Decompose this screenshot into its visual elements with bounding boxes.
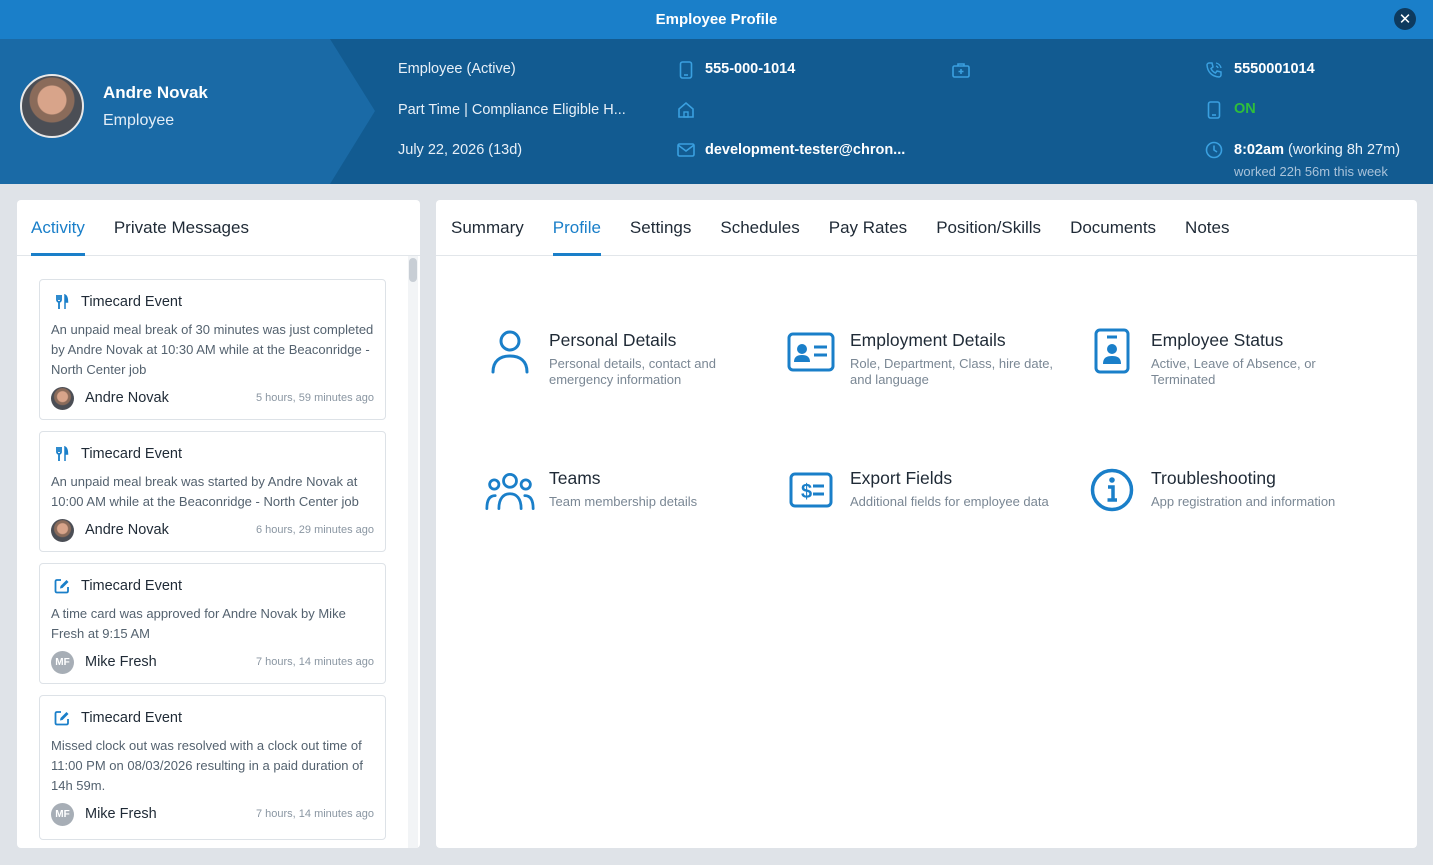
troubleshooting-tile[interactable]: Troubleshooting App registration and inf… xyxy=(1087,466,1366,516)
hire-date: July 22, 2026 (13d) xyxy=(398,142,523,158)
avatar xyxy=(51,518,74,542)
tab-summary[interactable]: Summary xyxy=(451,200,524,255)
dollar-card-icon: $ xyxy=(786,466,836,516)
mobile-number[interactable]: 555-000-1014 xyxy=(705,61,795,77)
info-icon xyxy=(1087,466,1137,516)
tile-description: Personal details, contact and emergency … xyxy=(549,356,716,387)
card-user: Andre Novak xyxy=(85,522,169,538)
card-time: 6 hours, 29 minutes ago xyxy=(255,524,374,536)
tile-title: Personal Details xyxy=(549,330,677,350)
avatar xyxy=(51,386,74,410)
card-user: Mike Fresh xyxy=(85,806,157,822)
personal-details-tile[interactable]: Personal Details Personal details, conta… xyxy=(485,328,764,388)
team-icon xyxy=(485,466,535,516)
employment-details-tile[interactable]: Employment Details Role, Department, Cla… xyxy=(786,328,1065,388)
edit-icon xyxy=(54,578,70,594)
edit-icon xyxy=(54,710,70,726)
window-title: Employee Profile xyxy=(655,11,778,28)
tab-notes[interactable]: Notes xyxy=(1185,200,1229,255)
tile-title: Export Fields xyxy=(850,468,953,488)
id-card-icon xyxy=(786,328,836,378)
card-body: An unpaid meal break of 30 minutes was j… xyxy=(51,322,374,377)
mail-icon xyxy=(677,141,695,159)
svg-text:$: $ xyxy=(801,481,812,503)
tile-title: Employment Details xyxy=(850,330,1006,350)
tab-settings[interactable]: Settings xyxy=(630,200,691,255)
activity-card[interactable]: Timecard Event An unpaid meal break was … xyxy=(39,431,386,552)
email-address[interactable]: development-tester@chron... xyxy=(705,142,905,158)
employee-name: Andre Novak xyxy=(103,83,208,102)
tab-position-skills[interactable]: Position/Skills xyxy=(936,200,1041,255)
employee-status-tile[interactable]: Employee Status Active, Leave of Absence… xyxy=(1087,328,1366,388)
card-time: 5 hours, 59 minutes ago xyxy=(255,392,374,404)
worked-this-week: worked 22h 56m this week xyxy=(1234,164,1388,179)
card-title: Timecard Event xyxy=(81,710,182,726)
clock-icon xyxy=(1205,141,1223,159)
activity-card[interactable]: Timecard Event Missed clock out was reso… xyxy=(39,695,386,840)
card-body: A time card was approved for Andre Novak… xyxy=(51,606,346,641)
tab-profile[interactable]: Profile xyxy=(552,200,602,256)
card-time: 7 hours, 14 minutes ago xyxy=(255,656,374,668)
right-tab-bar: Summary Profile Settings Schedules Pay R… xyxy=(436,200,1417,256)
tile-description: Active, Leave of Absence, or Terminated xyxy=(1151,356,1316,387)
card-user: Mike Fresh xyxy=(85,654,157,670)
employee-header: Andre Novak Employee Employee (Active) P… xyxy=(0,39,1433,184)
scroll-thumb[interactable] xyxy=(409,258,417,282)
person-icon xyxy=(485,328,535,378)
tile-description: Team membership details xyxy=(549,494,698,509)
profile-panel: Summary Profile Settings Schedules Pay R… xyxy=(436,200,1417,848)
medical-kit-icon xyxy=(952,61,970,79)
tile-title: Troubleshooting xyxy=(1151,468,1276,488)
card-title: Timecard Event xyxy=(81,294,182,310)
activity-scrollbar[interactable] xyxy=(408,256,418,848)
tab-pay-rates[interactable]: Pay Rates xyxy=(829,200,907,255)
tab-schedules[interactable]: Schedules xyxy=(720,200,799,255)
left-tab-bar: Activity Private Messages xyxy=(17,200,420,256)
activity-card[interactable]: Timecard Event A time card was approved … xyxy=(39,563,386,684)
activity-card[interactable]: Timecard Event An unpaid meal break of 3… xyxy=(39,279,386,420)
avatar: MF xyxy=(51,802,74,826)
export-fields-tile[interactable]: $ Export Fields Additional fields for em… xyxy=(786,466,1065,516)
clock-status: 8:02am (working 8h 27m) xyxy=(1234,142,1400,158)
tile-description: Role, Department, Class, hire date, and … xyxy=(850,356,1054,387)
app-device-icon xyxy=(1205,101,1223,119)
close-button[interactable]: ✕ xyxy=(1394,8,1416,30)
card-title: Timecard Event xyxy=(81,578,182,594)
card-user: Andre Novak xyxy=(85,390,169,406)
avatar: MF xyxy=(51,650,74,674)
utensils-icon xyxy=(54,446,70,462)
tile-description: Additional fields for employee data xyxy=(850,494,1049,509)
title-bar: Employee Profile ✕ xyxy=(0,0,1433,39)
card-body: Missed clock out was resolved with a clo… xyxy=(51,738,363,793)
home-icon xyxy=(677,101,695,119)
tab-activity[interactable]: Activity xyxy=(31,200,85,256)
card-time: 7 hours, 14 minutes ago xyxy=(255,808,374,820)
phone-icon xyxy=(1205,61,1223,79)
avatar xyxy=(20,74,84,138)
tab-documents[interactable]: Documents xyxy=(1070,200,1156,255)
card-body: An unpaid meal break was started by Andr… xyxy=(51,474,359,509)
activity-panel: Activity Private Messages Timecard Event… xyxy=(17,200,420,848)
badge-icon xyxy=(1087,328,1137,378)
employee-status: Employee (Active) xyxy=(398,61,516,77)
employee-role: Employee xyxy=(103,112,175,129)
tile-title: Employee Status xyxy=(1151,330,1284,350)
close-icon: ✕ xyxy=(1398,11,1412,28)
clock-in-time: 8:02am xyxy=(1234,142,1284,158)
app-status: ON xyxy=(1234,101,1256,117)
mobile-icon xyxy=(677,61,695,79)
utensils-icon xyxy=(54,294,70,310)
tab-private-messages[interactable]: Private Messages xyxy=(114,200,249,255)
working-duration: (working 8h 27m) xyxy=(1283,142,1401,158)
teams-tile[interactable]: Teams Team membership details xyxy=(485,466,764,516)
tile-description: App registration and information xyxy=(1151,494,1336,509)
tile-title: Teams xyxy=(549,468,601,488)
employment-type: Part Time | Compliance Eligible H... xyxy=(398,102,626,118)
alt-phone-number[interactable]: 5550001014 xyxy=(1234,61,1315,77)
card-title: Timecard Event xyxy=(81,446,182,462)
